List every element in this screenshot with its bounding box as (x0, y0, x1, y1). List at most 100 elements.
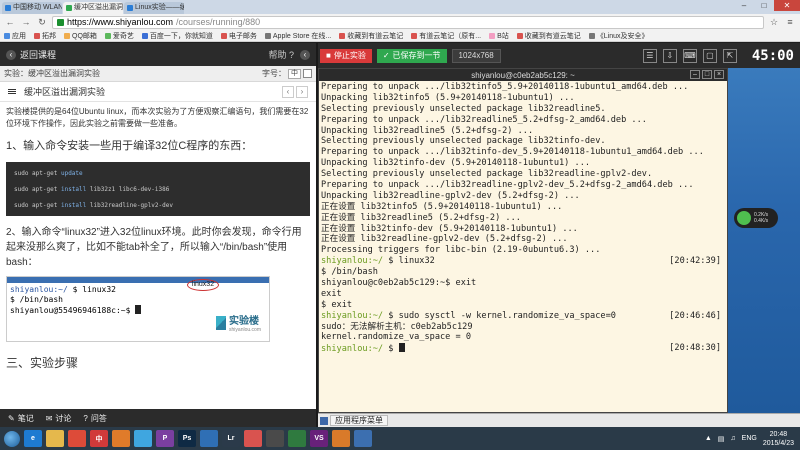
url-path: /courses/running/880 (176, 17, 261, 27)
qq-icon[interactable] (134, 430, 152, 447)
back-arrow-icon[interactable]: ← (4, 16, 16, 28)
terminal-line: Processing triggers for libc-bin (2.19-0… (321, 245, 725, 256)
volume-icon[interactable]: ♫ (730, 435, 735, 442)
app3-icon[interactable] (288, 430, 306, 447)
cmcc-icon[interactable]: 中 (90, 430, 108, 447)
keyboard-icon[interactable]: ⌨ (682, 48, 697, 63)
next-page-icon[interactable]: › (296, 85, 308, 98)
bookmark-label: 电子邮务 (228, 32, 257, 40)
windows-taskbar: e 中 P Ps Lr VS ▲ ▤ ♫ ENG 20:48 2015/4/23 (0, 427, 800, 450)
minimize-icon[interactable]: – (734, 0, 754, 11)
close-icon[interactable]: × (714, 70, 724, 79)
cmcc-app-icon[interactable] (112, 430, 130, 447)
desktop-panel: 应用程序菜单 (318, 413, 800, 427)
minimize-icon[interactable]: – (690, 70, 700, 79)
reload-icon[interactable]: ↻ (36, 16, 48, 28)
language-indicator[interactable]: ENG (742, 435, 757, 442)
bookmark-item[interactable]: 收藏到有道云笔记 (516, 31, 581, 41)
app2-icon[interactable] (266, 430, 284, 447)
app4-icon[interactable] (332, 430, 350, 447)
bookmark-item[interactable]: Apple Store 在线... (264, 31, 331, 41)
bookmark-label: 收藏到有道云笔记 (347, 32, 404, 40)
notes-button[interactable]: ✎ 笔记 (8, 413, 34, 424)
bookmark-item[interactable]: 收藏到有道云笔记 (339, 31, 403, 41)
experiment-toolbar: ■ 停止实验 ✓ 已保存到一节 1024x768 ☰ ⇩ ⌨ ▢ ⇱ 45:00 (318, 43, 800, 68)
start-button[interactable] (4, 430, 20, 447)
star-icon[interactable]: ☆ (768, 16, 780, 28)
browser-tab-1[interactable]: 中国移动 WLAN (2, 2, 62, 14)
xmind-icon[interactable] (244, 430, 262, 447)
line-text: $ sudo sysctl -w kernel.randomize_va_spa… (383, 310, 616, 321)
remote-desktop[interactable]: shiyanlou@c0eb2ab5c129: ~ – □ × Preparin… (318, 68, 800, 413)
maximize-icon[interactable]: □ (754, 0, 774, 11)
save-progress-button[interactable]: ✓ 已保存到一节 (376, 48, 447, 63)
bookmark-item[interactable]: 百度一下，你就知道 (141, 31, 213, 41)
ie-icon[interactable]: e (24, 430, 42, 447)
photoshop-icon[interactable]: Ps (178, 430, 196, 447)
font-size-select[interactable]: 中 (288, 68, 301, 79)
bookmark-favicon-icon (516, 32, 523, 39)
bookmark-item[interactable]: 电子邮务 (220, 31, 257, 41)
code-block[interactable]: sudo apt-get update sudo apt-get install… (6, 162, 310, 216)
screenshot-line: $ /bin/bash (10, 295, 63, 304)
line-text: Unpacking lib32tinfo-dev (5.9+20140118-1… (321, 158, 591, 169)
expand-icon[interactable]: ⇱ (722, 48, 737, 63)
network-icon[interactable]: ▤ (718, 435, 725, 443)
line-text: Preparing to unpack .../lib32tinfo-dev_5… (321, 147, 704, 158)
tab-favicon (66, 5, 72, 11)
bookmark-item[interactable]: 有道云笔记（原有... (411, 31, 481, 41)
bookmark-item[interactable]: 《Linux及安全》 (588, 31, 649, 41)
bookmark-favicon-icon (489, 32, 496, 39)
applications-menu-button[interactable]: 应用程序菜单 (330, 415, 388, 426)
logo-subtext: shiyanlou.com (229, 327, 261, 333)
close-window-icon[interactable]: ✕ (774, 0, 800, 11)
bookmark-item[interactable]: 拓邦 (34, 31, 56, 41)
p-app-icon[interactable]: P (156, 430, 174, 447)
explorer-icon[interactable] (46, 430, 64, 447)
lightroom-icon[interactable]: Lr (222, 430, 240, 447)
terminal-window[interactable]: shiyanlou@c0eb2ab5c129: ~ – □ × Preparin… (318, 68, 728, 413)
lock-icon (57, 18, 64, 26)
browser-tab-2[interactable]: 缓冲区溢出漏洞实验 - 实 (63, 2, 123, 14)
tray-arrow-icon[interactable]: ▲ (705, 435, 712, 442)
discuss-button[interactable]: ✉ 讨论 (46, 413, 72, 424)
clipboard-icon[interactable]: ☰ (642, 48, 657, 63)
network-speed-widget[interactable]: 0.2K/s 0.4K/s (734, 208, 778, 228)
bookmark-item[interactable]: B站 (489, 31, 509, 41)
download-speed: 0.4K/s (754, 218, 769, 224)
screenshot-line: shiyanlou@55496946188c:~$ (10, 305, 142, 315)
app5-icon[interactable] (354, 430, 372, 447)
help-link[interactable]: 帮助 ? (268, 48, 294, 61)
bookmark-item[interactable]: 爱奇艺 (104, 31, 134, 41)
address-bar[interactable]: https://www.shiyanlou.com/courses/runnin… (52, 15, 764, 29)
bookmark-favicon-icon (34, 32, 40, 39)
toc-menu-icon[interactable] (8, 89, 16, 94)
logo-text: 实验楼 (229, 316, 260, 327)
app-menu-icon[interactable] (320, 416, 328, 425)
app-icon[interactable] (200, 430, 218, 447)
download-icon[interactable]: ⇩ (662, 48, 677, 63)
screenshot-icon[interactable]: ▢ (702, 48, 717, 63)
chat-icon: ✉ (45, 413, 53, 423)
terminal-titlebar[interactable]: shiyanlou@c0eb2ab5c129: ~ – □ × (319, 69, 727, 81)
chrome-icon[interactable] (68, 430, 86, 447)
prev-page-icon[interactable]: ‹ (282, 85, 294, 98)
bookmark-favicon-icon (411, 32, 418, 39)
back-to-course-button[interactable]: ‹ 返回课程 (6, 48, 56, 61)
visual-studio-icon[interactable]: VS (310, 430, 328, 447)
left-footer: ✎ 笔记 ✉ 讨论 ? 问答 (0, 409, 316, 427)
terminal-output[interactable]: Preparing to unpack .../lib32tinfo5_5.9+… (319, 81, 727, 355)
forward-arrow-icon[interactable]: → (20, 16, 32, 28)
maximize-icon[interactable]: □ (702, 70, 712, 79)
fullscreen-icon[interactable] (303, 69, 312, 78)
clock[interactable]: 20:48 2015/4/23 (763, 430, 794, 448)
stop-experiment-button[interactable]: ■ 停止实验 (320, 48, 372, 63)
qa-button[interactable]: ? 问答 (83, 413, 106, 424)
collapse-icon[interactable]: ‹ (300, 49, 310, 60)
shiyanlou-logo: 实验楼 shiyanlou.com (216, 312, 261, 333)
bookmark-item[interactable]: QQ邮箱 (64, 31, 97, 41)
browser-tab-3[interactable]: Linux实验——缓冲区溢出 (124, 2, 184, 14)
resolution-button[interactable]: 1024x768 (451, 48, 501, 63)
menu-icon[interactable]: ≡ (784, 16, 796, 28)
bookmark-item[interactable]: 应用 (4, 31, 26, 41)
